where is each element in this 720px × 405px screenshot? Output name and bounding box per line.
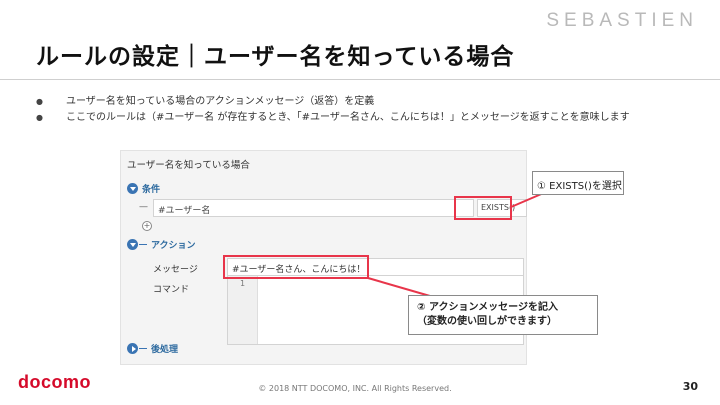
- arrow-line: [367, 277, 431, 297]
- annotation-overlay: [223, 191, 547, 297]
- copyright-text: © 2018 NTT DOCOMO, INC. All Rights Reser…: [258, 384, 452, 393]
- highlight-box-message: [223, 255, 369, 279]
- page-number: 30: [682, 380, 698, 393]
- callout-line: ② アクションメッセージを記入: [417, 302, 558, 313]
- highlight-box-operator: [454, 196, 512, 220]
- callout-action-message: ② アクションメッセージを記入 （変数の使い回しができます）: [408, 295, 598, 335]
- callout-line: （変数の使い回しができます）: [417, 316, 557, 327]
- callout-exists: ① EXISTS()を選択: [532, 171, 624, 195]
